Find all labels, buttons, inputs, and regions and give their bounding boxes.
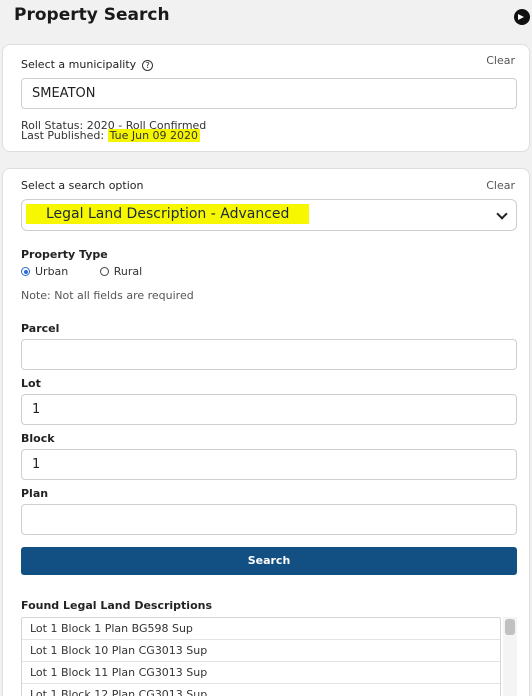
- municipality-label: Select a municipality: [21, 58, 137, 71]
- search-button[interactable]: Search: [21, 547, 517, 575]
- list-item[interactable]: Lot 1 Block 11 Plan CG3013 Sup: [22, 662, 500, 684]
- search-clear-link[interactable]: Clear: [486, 179, 515, 192]
- radio-rural[interactable]: Rural: [99, 265, 143, 278]
- search-card: Select a search option Clear Legal Land …: [2, 168, 530, 696]
- results-list[interactable]: Lot 1 Block 1 Plan BG598 Sup Lot 1 Block…: [21, 617, 501, 696]
- panel-header: Property Search: [0, 0, 532, 34]
- radio-rural-label: Rural: [113, 265, 143, 278]
- list-item[interactable]: Lot 1 Block 1 Plan BG598 Sup: [22, 618, 500, 640]
- radio-urban-label: Urban: [35, 265, 69, 278]
- last-published-value: Tue Jun 09 2020: [107, 129, 201, 142]
- plan-input[interactable]: [21, 504, 517, 535]
- block-label: Block: [21, 432, 55, 445]
- plan-label: Plan: [21, 487, 49, 500]
- scrollbar-thumb[interactable]: [505, 619, 515, 635]
- municipality-card: Select a municipality? Clear Roll Status…: [2, 44, 530, 152]
- results-label: Found Legal Land Descriptions: [21, 599, 213, 612]
- municipality-label-row: Select a municipality?: [21, 58, 154, 71]
- property-type-radios: Urban Rural: [21, 265, 170, 278]
- page-title: Property Search: [14, 5, 170, 25]
- search-option-value: Legal Land Description - Advanced: [26, 204, 310, 224]
- help-icon[interactable]: ?: [142, 60, 154, 71]
- lot-input[interactable]: [21, 394, 517, 425]
- last-published-label: Last Published:: [21, 129, 105, 142]
- last-published: Last Published: Tue Jun 09 2020: [21, 129, 201, 142]
- municipality-clear-link[interactable]: Clear: [486, 54, 515, 67]
- chevron-down-icon: [496, 208, 508, 220]
- list-item[interactable]: Lot 1 Block 12 Plan CG3013 Sup: [22, 684, 500, 696]
- search-option-label: Select a search option: [21, 179, 144, 192]
- parcel-label: Parcel: [21, 322, 60, 335]
- lot-label: Lot: [21, 377, 41, 390]
- block-input[interactable]: [21, 449, 517, 480]
- radio-urban[interactable]: Urban: [21, 265, 68, 278]
- search-option-select[interactable]: Legal Land Description - Advanced: [21, 199, 517, 231]
- radio-selected-icon: [21, 267, 30, 276]
- property-type-label: Property Type: [21, 248, 108, 261]
- radio-empty-icon: [99, 267, 109, 276]
- parcel-input[interactable]: [21, 339, 517, 370]
- arrow-circle-right-icon[interactable]: [514, 9, 530, 25]
- list-item[interactable]: Lot 1 Block 10 Plan CG3013 Sup: [22, 640, 500, 662]
- fields-note: Note: Not all fields are required: [21, 289, 194, 302]
- results-scrollbar[interactable]: [503, 617, 517, 696]
- municipality-input[interactable]: [21, 78, 517, 109]
